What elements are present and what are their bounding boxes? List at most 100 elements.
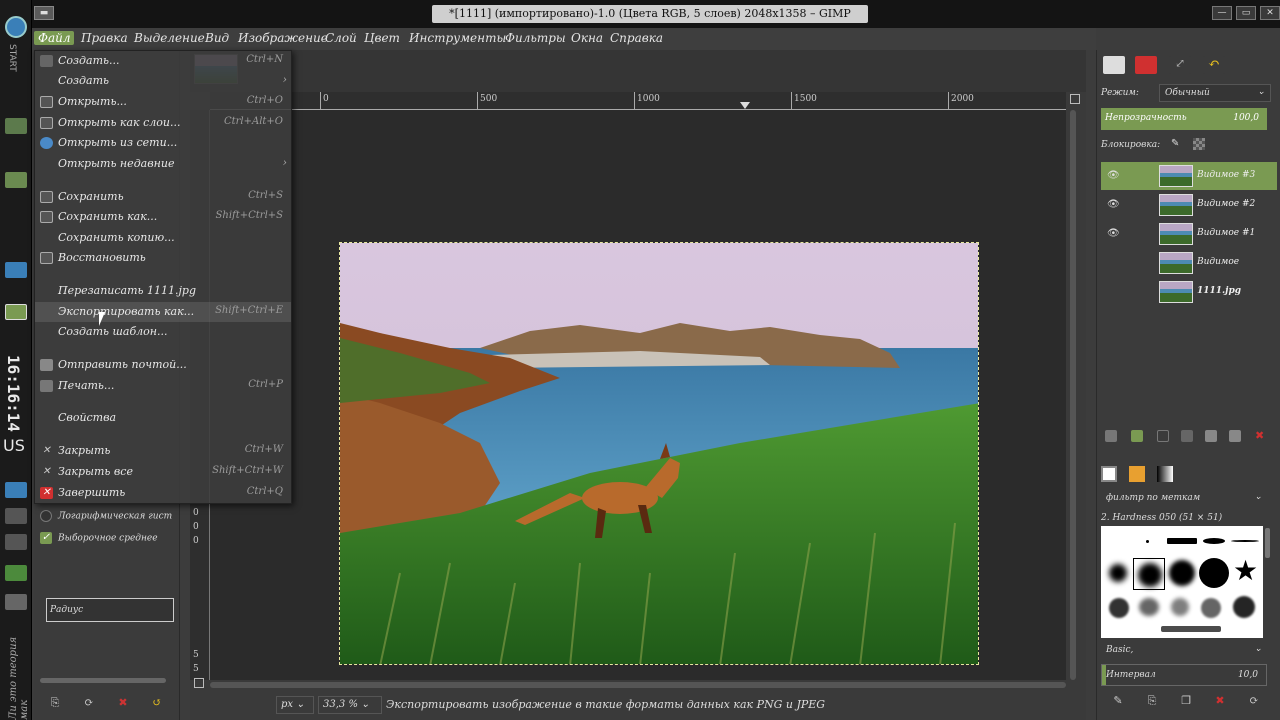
menu-item-save[interactable]: Сохранить Ctrl+S <box>35 187 291 207</box>
start-icon[interactable] <box>5 16 27 38</box>
brush-preset-select[interactable]: Basic, ⌄ <box>1101 642 1267 660</box>
menu-image[interactable]: Изображение <box>238 31 328 45</box>
channels-tab-icon[interactable] <box>1135 56 1157 74</box>
brush-item[interactable] <box>1167 538 1197 544</box>
menu-select[interactable]: Выделение <box>134 31 205 45</box>
sample-average-option[interactable]: ✓ Выборочное среднее <box>40 532 158 544</box>
toolbox-scrollbar[interactable] <box>40 678 166 683</box>
tag-filter[interactable]: фильтр по меткам ⌄ <box>1101 490 1267 508</box>
brush-item[interactable] <box>1199 558 1229 588</box>
brush-item[interactable] <box>1233 596 1255 618</box>
edit-brush-icon[interactable]: ✎ <box>1111 694 1125 708</box>
brush-item[interactable] <box>1203 538 1225 544</box>
menu-tools[interactable]: Инструменты <box>409 31 506 45</box>
menu-view[interactable]: Вид <box>205 31 229 45</box>
layer-row[interactable]: 👁 Видимое #1 <box>1101 220 1277 248</box>
menu-item-quit[interactable]: ✕ Завершить Ctrl+Q <box>35 483 291 503</box>
delete-brush-icon[interactable]: ✖ <box>1213 694 1227 708</box>
gradients-tab-icon[interactable] <box>1157 466 1173 482</box>
menu-edit[interactable]: Правка <box>81 31 128 45</box>
menu-item-open[interactable]: Открыть... Ctrl+O <box>35 92 291 112</box>
quick-mask-icon[interactable] <box>194 678 204 688</box>
taskbar-item-icon[interactable] <box>5 118 27 134</box>
brush-item[interactable] <box>1201 598 1221 618</box>
menu-item-open-location[interactable]: Открыть из сети... <box>35 133 291 153</box>
duplicate-layer-icon[interactable] <box>1205 430 1217 442</box>
menu-layer[interactable]: Слой <box>325 31 357 45</box>
patterns-tab-icon[interactable] <box>1129 466 1145 482</box>
image-fox-landscape[interactable] <box>339 242 979 665</box>
star-brush-icon[interactable]: ★ <box>1233 556 1258 586</box>
menu-item-properties[interactable]: Свойства <box>35 408 291 428</box>
anchor-layer-icon[interactable] <box>1229 430 1241 442</box>
menu-filters[interactable]: Фильтры <box>505 31 566 45</box>
log-histogram-option[interactable]: Логарифмическая гист <box>40 510 172 522</box>
menu-item-overwrite[interactable]: Перезаписать 1111.jpg <box>35 281 291 301</box>
minimize-button[interactable]: — <box>1212 6 1232 20</box>
terminal-icon[interactable] <box>5 534 27 550</box>
horizontal-scrollbar[interactable] <box>210 682 1066 688</box>
vertical-scrollbar[interactable] <box>1070 110 1076 680</box>
delete-layer-icon[interactable]: ✖ <box>1255 430 1267 442</box>
menu-item-create[interactable]: Создать › <box>35 71 291 91</box>
window-menu-icon[interactable]: ▬ <box>34 6 54 20</box>
layer-row[interactable]: 1111.jpg <box>1101 278 1277 306</box>
keyboard-layout[interactable]: US <box>3 436 25 455</box>
layer-row[interactable]: 👁 Видимое #2 <box>1101 191 1277 219</box>
brush-item[interactable] <box>1169 560 1195 586</box>
layer-row[interactable]: 👁 Видимое #3 <box>1101 162 1277 190</box>
zoom-select[interactable]: 33,3 % ⌄ <box>318 696 382 714</box>
interval-slider[interactable]: Интервал 10,0 <box>1101 664 1267 686</box>
paths-tab-icon[interactable]: ⤢ <box>1169 56 1191 74</box>
menu-item-save-copy[interactable]: Сохранить копию... <box>35 228 291 248</box>
lock-pixels-icon[interactable]: ✎ <box>1171 138 1183 150</box>
brush-item[interactable] <box>1146 540 1149 543</box>
menu-item-create-template[interactable]: Создать шаблон... <box>35 322 291 342</box>
mode-select[interactable]: Обычный ⌄ <box>1159 84 1271 102</box>
layer-row[interactable]: Видимое <box>1101 249 1277 277</box>
brush-item[interactable] <box>1109 598 1129 618</box>
menu-item-close-all[interactable]: ✕ Закрыть все Shift+Ctrl+W <box>35 462 291 482</box>
eye-icon[interactable]: 👁 <box>1107 170 1120 181</box>
menu-item-send-mail[interactable]: Отправить почтой... <box>35 355 291 375</box>
eye-icon[interactable]: 👁 <box>1107 199 1120 210</box>
camera-icon[interactable] <box>5 482 27 498</box>
save-preset-icon[interactable]: ⎘ <box>48 696 62 710</box>
brush-item[interactable] <box>1231 540 1259 542</box>
eye-icon[interactable]: 👁 <box>1107 228 1120 239</box>
reset-icon[interactable]: ↺ <box>150 696 164 710</box>
brush-item[interactable] <box>1161 626 1221 632</box>
image-icon[interactable] <box>5 594 27 610</box>
menu-file[interactable]: Файл <box>34 31 75 45</box>
close-button[interactable]: ✕ <box>1260 6 1280 20</box>
new-group-icon[interactable] <box>1131 430 1143 442</box>
menu-item-close[interactable]: ✕ Закрыть Ctrl+W <box>35 441 291 461</box>
brush-scrollbar[interactable] <box>1265 528 1270 558</box>
speaker-icon[interactable] <box>5 508 27 524</box>
delete-icon[interactable]: ✖ <box>116 696 130 710</box>
maximize-button[interactable]: ▭ <box>1236 6 1256 20</box>
menu-item-export-as[interactable]: Экспортировать как... Shift+Ctrl+E <box>35 302 291 322</box>
navigate-icon[interactable] <box>1070 94 1080 104</box>
menu-item-revert[interactable]: Восстановить <box>35 248 291 268</box>
lower-layer-icon[interactable] <box>1181 430 1193 442</box>
brush-item-selected[interactable] <box>1133 558 1165 590</box>
brush-item[interactable] <box>1139 598 1159 616</box>
lock-alpha-icon[interactable] <box>1193 138 1205 150</box>
brush-item[interactable] <box>1109 564 1127 582</box>
brush-grid[interactable]: ★ <box>1101 526 1263 638</box>
opacity-slider[interactable]: Непрозрачность 100,0 <box>1101 108 1267 130</box>
raise-layer-icon[interactable] <box>1157 430 1169 442</box>
menu-color[interactable]: Цвет <box>364 31 400 45</box>
menu-item-open-recent[interactable]: Открыть недавние › <box>35 154 291 174</box>
brushes-tab-icon[interactable] <box>1101 466 1117 482</box>
layers-tab-icon[interactable] <box>1103 56 1125 74</box>
radius-field[interactable]: Радиус <box>46 598 174 622</box>
new-brush-icon[interactable]: ⎘ <box>1145 694 1159 708</box>
menu-help[interactable]: Справка <box>610 31 663 45</box>
taskbar-item-icon[interactable] <box>5 172 27 188</box>
menu-item-open-as-layers[interactable]: Открыть как слои... Ctrl+Alt+O <box>35 113 291 133</box>
gimp-task-icon[interactable] <box>5 304 27 320</box>
image-icon[interactable] <box>5 565 27 581</box>
menu-item-save-as[interactable]: Сохранить как... Shift+Ctrl+S <box>35 207 291 227</box>
